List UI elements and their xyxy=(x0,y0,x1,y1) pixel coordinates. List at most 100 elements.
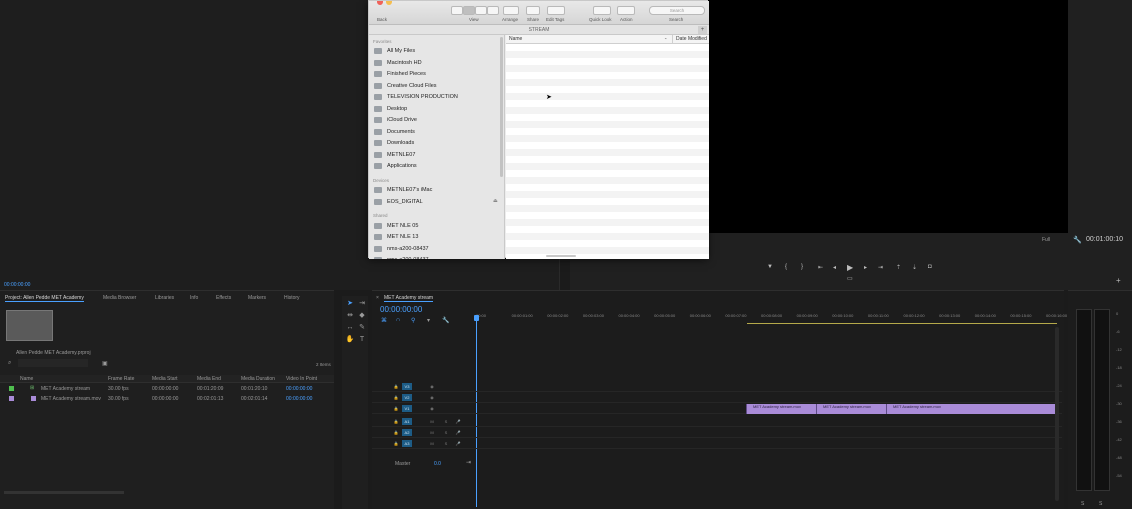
view-icons-button[interactable] xyxy=(451,6,463,15)
lock-icon[interactable]: 🔒 xyxy=(392,405,400,412)
sidebar-item-eos-digital[interactable]: EOS_DIGITAL xyxy=(374,197,423,207)
timeline-clip[interactable]: MET Academy stream.mov xyxy=(816,404,886,414)
mute-button[interactable]: M xyxy=(428,429,436,436)
sidebar-item-downloads[interactable]: Downloads xyxy=(374,138,414,148)
tab-effects[interactable]: Effects xyxy=(216,295,231,301)
time-ruler[interactable]: 00:00 00:00:01:00 00:00:02:00 00:00:03:00 00… xyxy=(476,313,1067,323)
new-bin-icon[interactable]: ▣ xyxy=(102,360,108,367)
row-video-in-point[interactable]: 00:00:00:00 xyxy=(286,396,312,402)
master-value[interactable]: 0.0 xyxy=(434,461,441,467)
play-icon[interactable]: ▶ xyxy=(847,263,853,272)
program-timecode[interactable]: 00:01:00:10 xyxy=(1086,236,1123,243)
selection-tool-icon[interactable]: ➤ xyxy=(345,300,355,308)
tab-media-browser[interactable]: Media Browser xyxy=(103,295,136,301)
fit-dropdown[interactable]: Full xyxy=(1042,237,1050,243)
eye-icon[interactable]: ◉ xyxy=(428,405,436,412)
name-column-header[interactable]: Name xyxy=(509,35,522,44)
lock-icon[interactable]: 🔒 xyxy=(392,418,400,425)
mute-button[interactable]: M xyxy=(428,418,436,425)
add-marker-icon[interactable]: ▼ xyxy=(767,264,773,270)
track-name[interactable]: A1 xyxy=(402,418,412,425)
snap-icon[interactable]: ∩ xyxy=(396,317,400,323)
linked-selection-icon[interactable]: ⚲ xyxy=(411,317,415,324)
horizontal-scrollbar[interactable] xyxy=(546,255,576,257)
share-button[interactable] xyxy=(526,6,540,15)
action-button[interactable] xyxy=(617,6,635,15)
track-name[interactable]: V1 xyxy=(402,405,412,412)
sidebar-item-met-nle-05[interactable]: MET NLE 05 xyxy=(374,221,418,231)
eject-icon[interactable]: ⏏ xyxy=(493,198,498,204)
sidebar-item-met-nle-13[interactable]: MET NLE 13 xyxy=(374,232,418,242)
sidebar-item-nms-a200[interactable]: nms-a200-08437 xyxy=(374,244,429,254)
column-media-end[interactable]: Media End xyxy=(197,376,221,382)
go-to-in-icon[interactable]: ⇤ xyxy=(818,264,823,271)
mark-out-icon[interactable]: } xyxy=(801,264,803,270)
track-name[interactable]: A3 xyxy=(402,440,412,447)
sidebar-item-documents[interactable]: Documents xyxy=(374,127,415,137)
sidebar-item-finished-pieces[interactable]: Finished Pieces xyxy=(374,69,426,79)
track-name[interactable]: V2 xyxy=(402,394,412,401)
sidebar-item-television-production[interactable]: TELEVISION PRODUCTION xyxy=(374,92,458,102)
add-marker-icon[interactable]: ▾ xyxy=(427,317,430,324)
view-coverflow-button[interactable] xyxy=(487,6,499,15)
lift-icon[interactable]: ⇡ xyxy=(896,264,901,271)
go-to-end-icon[interactable]: ⇥ xyxy=(466,459,471,466)
row-video-in-point[interactable]: 00:00:00:00 xyxy=(286,386,312,392)
lock-icon[interactable]: 🔒 xyxy=(392,440,400,447)
sidebar-item-applications[interactable]: Applications xyxy=(374,161,417,171)
eye-icon[interactable]: ◉ xyxy=(428,394,436,401)
track-name[interactable]: V3 xyxy=(402,383,412,390)
project-search-input[interactable] xyxy=(18,359,88,367)
microphone-icon[interactable]: 🎤 xyxy=(454,440,462,447)
close-icon[interactable]: × xyxy=(376,295,379,301)
quick-look-button[interactable] xyxy=(593,6,611,15)
tab-project[interactable]: Project: Allen Pedde MET Academy xyxy=(5,295,84,302)
timeline-vertical-scrollbar[interactable] xyxy=(1055,327,1059,501)
minimize-icon[interactable] xyxy=(386,1,392,5)
search-field[interactable]: Search xyxy=(649,6,705,15)
tab-markers[interactable]: Markers xyxy=(248,295,266,301)
sidebar-item-metnle07[interactable]: METNLE07 xyxy=(374,150,415,160)
tab-history[interactable]: History xyxy=(284,295,300,301)
camera-icon[interactable]: ◘ xyxy=(928,264,932,270)
hand-tool-icon[interactable]: ✋ xyxy=(345,336,355,344)
track-row-a3[interactable]: 🔒 A3 M S 🎤 xyxy=(372,438,1062,449)
work-area-bar[interactable] xyxy=(747,323,1057,324)
project-scrollbar[interactable] xyxy=(4,491,124,494)
lock-icon[interactable]: 🔒 xyxy=(392,394,400,401)
track-row-v3[interactable]: 🔒 V3 ◉ xyxy=(372,381,1062,392)
step-forward-icon[interactable]: ▸ xyxy=(864,264,867,271)
view-columns-button[interactable] xyxy=(475,6,487,15)
track-row-v2[interactable]: 🔒 V2 ◉ xyxy=(372,392,1062,403)
clip-thumbnail[interactable] xyxy=(6,310,53,341)
lock-icon[interactable]: 🔒 xyxy=(392,383,400,390)
arrange-button[interactable] xyxy=(503,6,519,15)
sidebar-item-all-my-files[interactable]: All My Files xyxy=(374,46,415,56)
solo-right-button[interactable]: S xyxy=(1099,501,1102,507)
sidebar-item-imac[interactable]: METNLE07's iMac xyxy=(374,185,432,195)
search-icon[interactable]: ⌕ xyxy=(8,360,11,367)
view-list-button[interactable] xyxy=(463,6,475,15)
column-media-start[interactable]: Media Start xyxy=(152,376,178,382)
go-to-out-icon[interactable]: ⇥ xyxy=(878,264,883,271)
add-button-icon[interactable]: + xyxy=(1116,276,1121,285)
sidebar-item-icloud-drive[interactable]: iCloud Drive xyxy=(374,115,417,125)
label-color-swatch[interactable] xyxy=(9,396,14,401)
edit-tags-button[interactable] xyxy=(547,6,565,15)
table-row[interactable]: MET Academy stream.mov 30.00 fps 00:00:0… xyxy=(0,394,334,404)
eye-icon[interactable]: ◉ xyxy=(428,383,436,390)
date-modified-column-header[interactable]: Date Modified xyxy=(676,35,707,44)
track-row-a2[interactable]: 🔒 A2 M S 🎤 xyxy=(372,427,1062,438)
column-video-in-point[interactable]: Video In Point xyxy=(286,376,317,382)
lock-icon[interactable]: 🔒 xyxy=(392,429,400,436)
solo-left-button[interactable]: S xyxy=(1081,501,1084,507)
microphone-icon[interactable]: 🎤 xyxy=(454,429,462,436)
timeline-clip[interactable]: MET Academy stream.mov xyxy=(886,404,1058,414)
column-frame-rate[interactable]: Frame Rate xyxy=(108,376,134,382)
close-icon[interactable] xyxy=(377,1,383,5)
solo-button[interactable]: S xyxy=(442,440,450,447)
razor-tool-icon[interactable]: ◆ xyxy=(357,312,367,320)
step-back-icon[interactable]: ◂ xyxy=(833,264,836,271)
tab-info[interactable]: Info xyxy=(190,295,198,301)
mark-in-icon[interactable]: { xyxy=(785,264,787,270)
